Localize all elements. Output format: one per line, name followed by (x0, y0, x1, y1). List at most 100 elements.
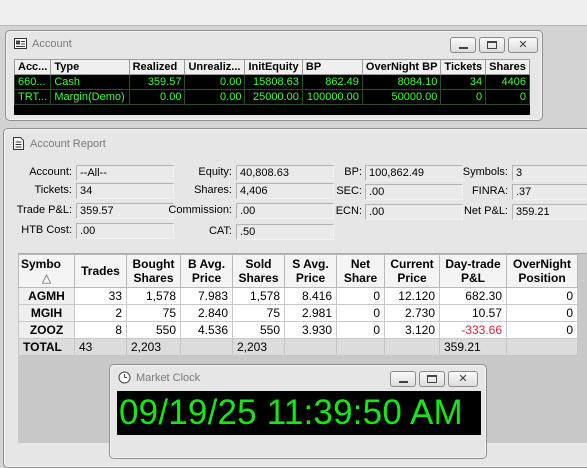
report-header-row: Symbo △ Trades Bought Shares B Avg. Pric… (18, 254, 578, 288)
initequity-cell: 25000.00 (244, 89, 303, 105)
sec-value: .00 (365, 184, 463, 200)
table-row[interactable]: MGIH 2 75 2.840 75 2.981 0 2.730 10.57 0 (18, 304, 578, 322)
col-header-initequity[interactable]: InitEquity (244, 59, 303, 75)
trades-cell: 8 (74, 321, 127, 339)
clock-display: 09/19/25 11:39:50 AM (117, 391, 481, 435)
sold-shares-cell: 75 (232, 304, 285, 322)
s-avg-price-cell: 3.930 (284, 321, 337, 339)
total-daytrade-pl: 359.21 (439, 338, 507, 356)
account-titlebar[interactable]: Account ✕ (6, 31, 542, 58)
clock-icon (118, 371, 131, 384)
current-price-cell: 3.120 (384, 321, 440, 339)
total-overnight-position (506, 338, 578, 356)
symbol-report-table: Symbo △ Trades Bought Shares B Avg. Pric… (18, 254, 578, 356)
account-id-cell: TRT... (13, 89, 52, 105)
bought-shares-cell: 1,578 (126, 287, 181, 305)
initequity-cell: 15808.63 (244, 74, 303, 90)
realized-cell: 0.00 (128, 89, 186, 105)
col-header-b-avg-price[interactable]: B Avg. Price (180, 254, 233, 288)
net-share-cell: 0 (336, 304, 385, 322)
col-header-type[interactable]: Type (50, 59, 130, 75)
sec-label: SEC: (336, 185, 362, 197)
total-sold-shares: 2,203 (232, 338, 285, 356)
equity-value: 40,808.63 (236, 165, 334, 181)
col-header-overnight-position[interactable]: OverNight Position (506, 254, 578, 288)
market-clock-titlebar[interactable]: Market Clock ✕ (110, 365, 486, 392)
unrealized-cell: 0.00 (184, 89, 246, 105)
commission-value: .00 (236, 203, 334, 219)
col-header-unrealized[interactable]: Unrealiz... (184, 59, 246, 75)
total-s-avg-price (284, 338, 337, 356)
col-header-bought-shares[interactable]: Bought Shares (126, 254, 181, 288)
bp-cell: 862.49 (301, 74, 363, 90)
overnight-position-cell: 0 (506, 287, 578, 305)
col-header-trades[interactable]: Trades (74, 254, 127, 288)
maximize-icon (427, 375, 437, 383)
col-header-tickets[interactable]: Tickets (440, 59, 487, 75)
realized-cell: 359.57 (128, 74, 186, 90)
commission-label: Commission: (168, 204, 232, 216)
daytrade-pl-cell: -333.66 (439, 321, 507, 339)
total-row: TOTAL 43 2,203 2,203 359.21 (18, 338, 578, 356)
b-avg-price-cell: 7.983 (180, 287, 233, 305)
close-button[interactable]: ✕ (508, 37, 538, 53)
ecn-label: ECN: (335, 205, 362, 217)
overnight-position-cell: 0 (506, 304, 578, 322)
trade-pl-label: Trade P&L: (16, 204, 72, 216)
maximize-button[interactable] (419, 371, 445, 387)
symbol-cell: ZOOZ (18, 321, 75, 339)
minimize-icon (458, 46, 468, 49)
account-header-row: Acc... Type Realized Unrealiz... InitEqu… (13, 59, 530, 75)
equity-label: Equity: (198, 166, 232, 178)
account-row[interactable]: 660... Cash 359.57 0.00 15808.63 862.49 … (13, 74, 530, 90)
minimize-button[interactable] (450, 37, 476, 53)
col-header-account[interactable]: Acc... (13, 59, 52, 75)
bp-value: 100,862.49 (365, 165, 463, 181)
col-header-sold-shares[interactable]: Sold Shares (232, 254, 285, 288)
col-header-s-avg-price[interactable]: S Avg. Price (284, 254, 337, 288)
maximize-button[interactable] (479, 37, 505, 53)
symbols-value: 3 (512, 165, 587, 181)
col-header-overnight-bp[interactable]: OverNight BP (361, 59, 442, 75)
shares-cell: 4406 (485, 74, 530, 90)
s-avg-price-cell: 8.416 (284, 287, 337, 305)
account-row[interactable]: TRT... Margin(Demo) 0.00 0.00 25000.00 1… (13, 89, 530, 105)
finra-value: .37 (512, 184, 587, 200)
b-avg-price-cell: 4.536 (180, 321, 233, 339)
table-row[interactable]: AGMH 33 1,578 7.983 1,578 8.416 0 12.120… (18, 287, 578, 305)
close-icon: ✕ (518, 38, 528, 51)
col-header-net-share[interactable]: Net Share (336, 254, 385, 288)
symbol-cell: AGMH (18, 287, 75, 305)
account-window-title: Account (32, 38, 72, 50)
col-header-current-price[interactable]: Current Price (384, 254, 440, 288)
col-header-symbol[interactable]: Symbo △ (18, 254, 75, 288)
bp-label: BP: (344, 166, 362, 178)
bought-shares-cell: 75 (126, 304, 181, 322)
htb-cost-label: HTB Cost: (21, 224, 72, 236)
tickets-cell: 0 (440, 89, 487, 105)
col-header-shares[interactable]: Shares (485, 59, 530, 75)
total-b-avg-price (180, 338, 233, 356)
net-share-cell: 0 (336, 287, 385, 305)
market-clock-title: Market Clock (136, 372, 201, 384)
col-header-daytrade-pl[interactable]: Day-trade P&L (439, 254, 507, 288)
col-header-realized[interactable]: Realized (128, 59, 186, 75)
account-type-cell: Cash (50, 74, 130, 90)
symbols-label: Symbols: (462, 166, 508, 178)
current-price-cell: 12.120 (384, 287, 440, 305)
account-grid: Acc... Type Realized Unrealiz... InitEqu… (13, 59, 530, 115)
finra-label: FINRA: (471, 185, 508, 197)
shares-cell: 0 (485, 89, 530, 105)
total-label: TOTAL (18, 338, 75, 356)
unrealized-cell: 0.00 (184, 74, 246, 90)
table-row[interactable]: ZOOZ 8 550 4.536 550 3.930 0 3.120 -333.… (18, 321, 578, 339)
account-report-titlebar[interactable]: Account Report (4, 129, 587, 156)
close-button[interactable]: ✕ (448, 371, 478, 387)
ecn-value: .00 (365, 204, 463, 220)
account-id-cell: 660... (13, 74, 52, 90)
account-label: Account: (29, 166, 72, 178)
sold-shares-cell: 1,578 (232, 287, 285, 305)
daytrade-pl-cell: 10.57 (439, 304, 507, 322)
col-header-bp[interactable]: BP (301, 59, 363, 75)
minimize-button[interactable] (390, 371, 416, 387)
